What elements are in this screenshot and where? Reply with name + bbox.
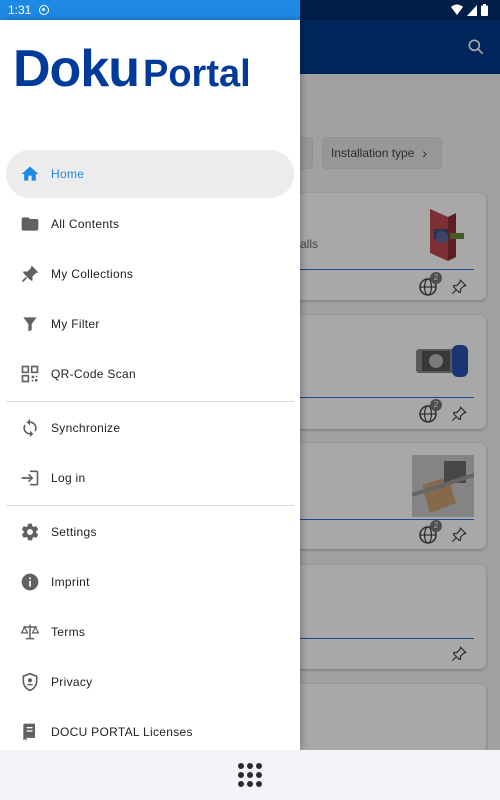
scale-icon [20,624,40,640]
battery-icon [481,4,488,16]
drawer-item-label: My Collections [51,267,134,281]
drawer-item-privacy[interactable]: Privacy [6,658,294,706]
home-icon [21,166,39,181]
drawer-item-label: Privacy [51,675,93,689]
launcher-dot [247,781,253,787]
drawer-item-home[interactable]: Home [6,150,294,198]
signal-icon [467,4,477,16]
drawer-item-my-collections[interactable]: My Collections [6,250,294,298]
login-icon [21,470,39,486]
drawer-item-label: DOCU PORTAL Licenses [51,725,193,739]
drawer-item-settings[interactable]: Settings [6,508,294,556]
filter-icon [23,317,37,332]
drawer-item-label: Home [51,167,85,181]
wifi-icon [451,4,463,15]
drawer-item-licenses[interactable]: DOCU PORTAL Licenses [6,708,294,750]
notification-icon [39,5,50,15]
drawer-item-label: All Contents [51,217,120,231]
drawer-item-terms[interactable]: Terms [6,608,294,656]
pin-icon [21,265,39,283]
shield-icon [22,672,38,692]
drawer-item-synchronize[interactable]: Synchronize [6,404,294,452]
status-icons [451,4,488,16]
launcher-dot [238,772,244,778]
logo-part-doku: Doku [13,40,140,98]
drawer-item-qr-code-scan[interactable]: QR-Code Scan [6,350,294,398]
license-icon [23,723,35,741]
drawer-item-label: My Filter [51,317,100,331]
app-launcher-icon[interactable] [238,763,262,787]
launcher-dot [247,772,253,778]
drawer-item-label: Log in [51,471,86,485]
logo-part-portal: Portal [143,53,251,95]
status-bar: 1:31 [0,0,300,20]
launcher-dot [247,763,253,769]
launcher-dot [238,763,244,769]
drawer-item-label: Synchronize [51,421,121,435]
folder-icon [21,217,39,231]
status-time: 1:31 [8,3,32,17]
dokuportal-logo: Doku Portal [13,40,251,98]
drawer-item-label: Imprint [51,575,90,589]
launcher-dot [256,781,262,787]
drawer-item-my-filter[interactable]: My Filter [6,300,294,348]
sync-icon [23,418,37,438]
drawer-item-imprint[interactable]: Imprint [6,558,294,606]
drawer-item-log-in[interactable]: Log in [6,454,294,502]
navigation-drawer: Doku Portal Home All Contents My Collect… [0,20,300,750]
drawer-divider [6,401,294,402]
launcher-dot [256,772,262,778]
launcher-dot [256,763,262,769]
gear-icon [21,523,39,541]
drawer-item-label: Terms [51,625,86,639]
drawer-divider [6,505,294,506]
launcher-dot [238,781,244,787]
drawer-item-label: Settings [51,525,97,539]
info-icon [21,573,39,591]
drawer-item-label: QR-Code Scan [51,367,136,381]
qr-code-icon [21,365,39,383]
drawer-item-all-contents[interactable]: All Contents [6,200,294,248]
